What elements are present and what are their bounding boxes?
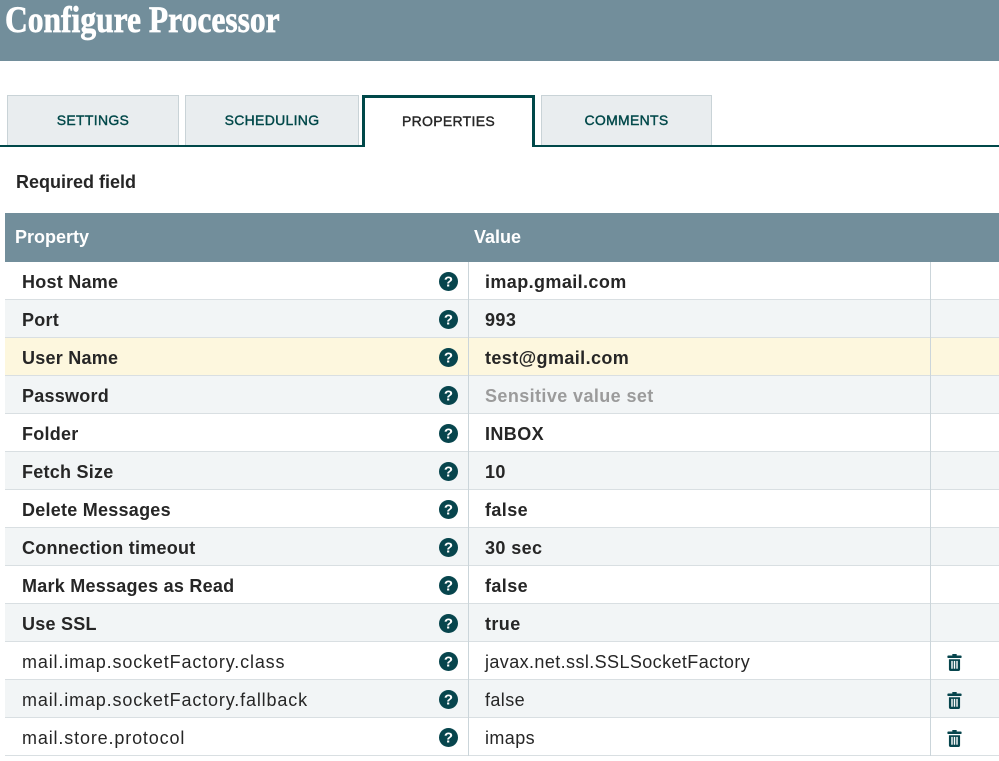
svg-text:?: ? [444, 312, 453, 329]
svg-text:?: ? [444, 350, 453, 367]
svg-text:?: ? [444, 388, 453, 405]
svg-text:?: ? [444, 502, 453, 519]
svg-text:?: ? [444, 616, 453, 633]
svg-text:?: ? [444, 426, 453, 443]
svg-text:?: ? [444, 540, 453, 557]
svg-text:?: ? [444, 730, 453, 747]
svg-text:?: ? [444, 578, 453, 595]
svg-text:?: ? [444, 464, 453, 481]
svg-text:?: ? [444, 654, 453, 671]
svg-text:?: ? [444, 692, 453, 709]
svg-text:?: ? [444, 274, 453, 291]
